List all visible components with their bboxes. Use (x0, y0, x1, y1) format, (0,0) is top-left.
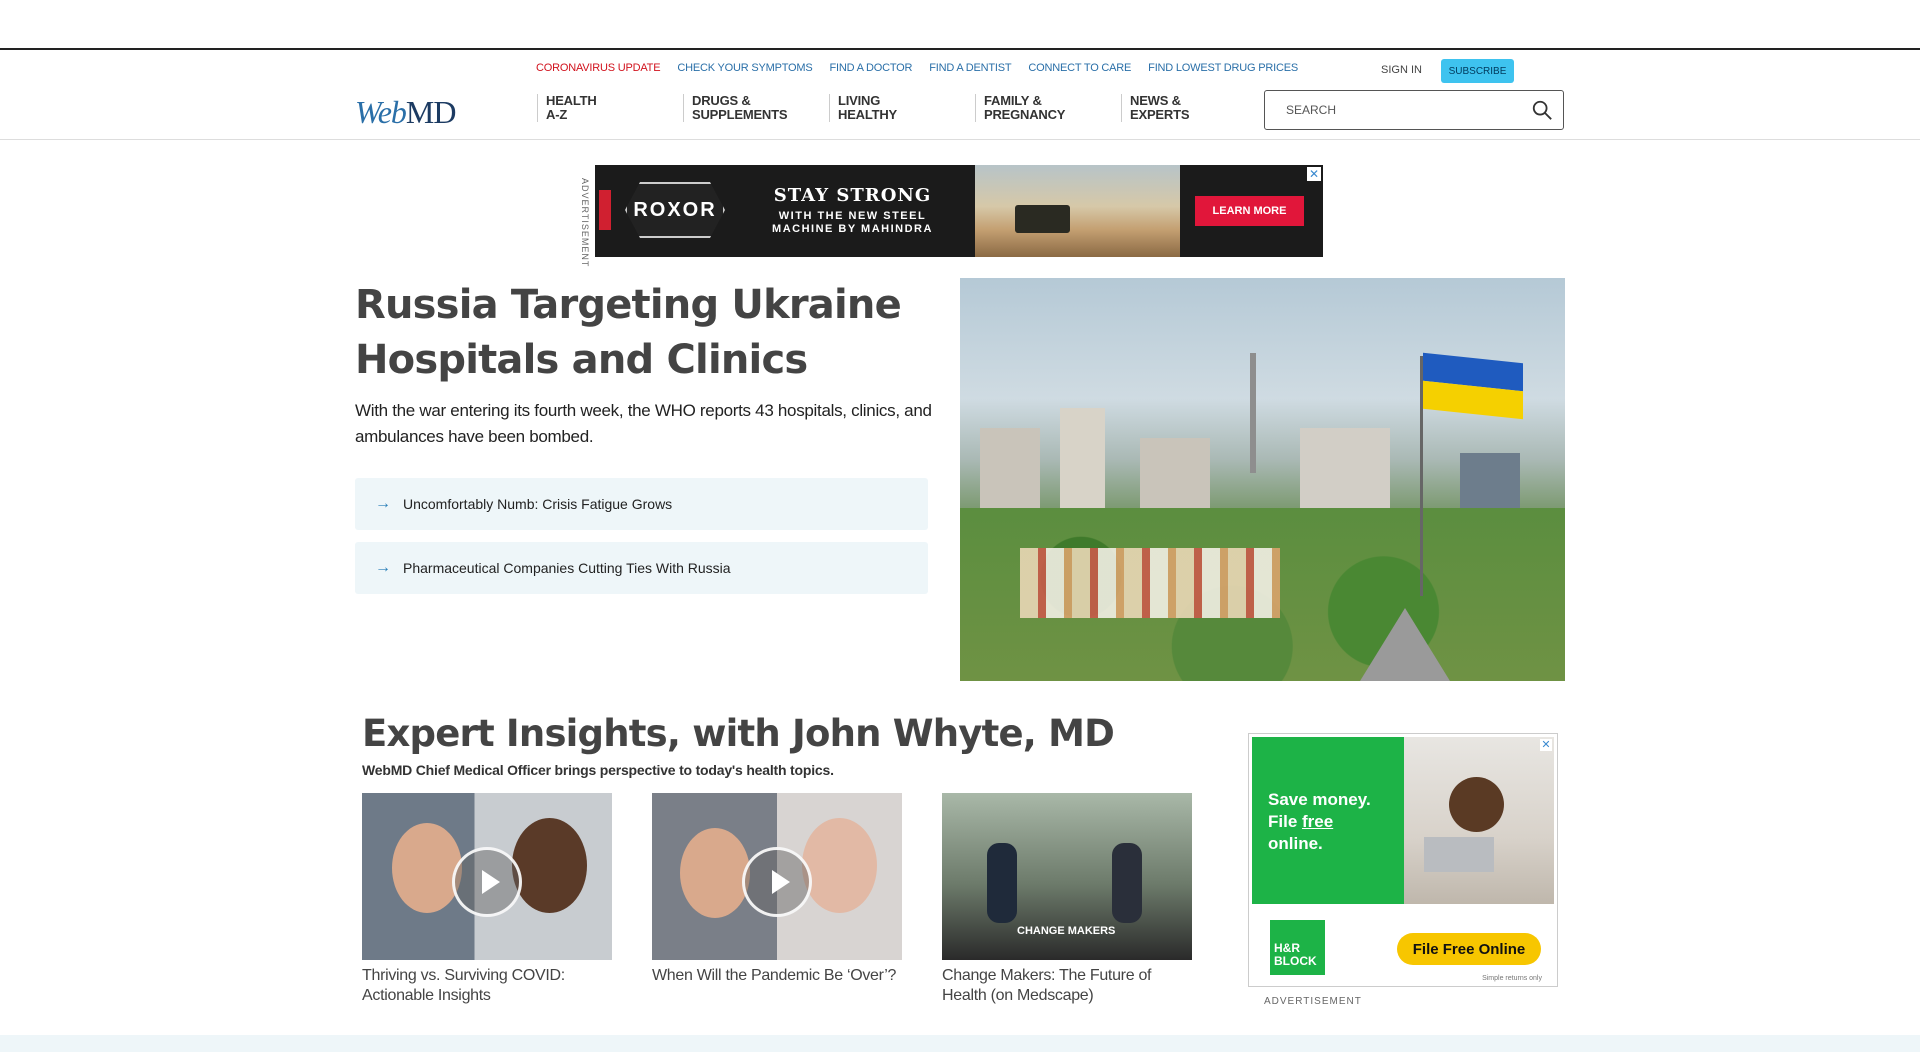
building-shape (980, 428, 1040, 508)
ad-fine-print: Simple returns only (1482, 975, 1542, 982)
ad-headline-sub1: WITH THE NEW STEEL (778, 210, 927, 222)
utility-link-symptoms[interactable]: CHECK YOUR SYMPTOMS (677, 62, 812, 74)
close-icon[interactable]: ✕ (1540, 739, 1552, 751)
video-thumbnail[interactable]: CHANGE MAKERS (942, 793, 1192, 960)
ad-line2b: free (1302, 812, 1334, 831)
hr-block-logo: H&R BLOCK (1270, 920, 1325, 975)
nav-line: DRUGS & (692, 93, 751, 108)
related-link-label: Uncomfortably Numb: Crisis Fatigue Grows (403, 496, 673, 512)
nav-line: FAMILY & (984, 93, 1042, 108)
building-shape (1300, 428, 1390, 508)
card-caption[interactable]: Thriving vs. Surviving COVID: Actionable… (362, 966, 612, 1006)
ad-headline-sub2: MACHINE BY MAHINDRA (772, 223, 933, 235)
ad-jeep-photo (975, 165, 1180, 257)
utility-link-connect-care[interactable]: CONNECT TO CARE (1028, 62, 1131, 74)
ad-line2a: File (1268, 812, 1303, 831)
arrow-right-icon: → (375, 495, 391, 512)
video-thumbnail[interactable] (652, 793, 902, 960)
top-banner-ad[interactable]: ROXOR STAY STRONG WITH THE NEW STEEL MAC… (595, 165, 1323, 257)
video-card[interactable]: When Will the Pandemic Be ‘Over’? (652, 793, 902, 986)
close-icon[interactable]: ✕ (1307, 167, 1321, 181)
related-link-label: Pharmaceutical Companies Cutting Ties Wi… (403, 560, 731, 576)
ad-caption: ADVERTISEMENT (1264, 996, 1362, 1007)
hero-headline[interactable]: Russia Targeting Ukraine Hospitals and C… (355, 278, 915, 388)
right-sidebar-ad[interactable]: Save money. File free online. H&R BLOCK F… (1248, 733, 1558, 987)
building-shape (1060, 408, 1105, 508)
card-caption[interactable]: When Will the Pandemic Be ‘Over’? (652, 966, 902, 986)
logo-web: Web (355, 94, 407, 130)
face-shape (512, 818, 587, 913)
face-shape (680, 828, 750, 918)
ad-person-photo (1404, 737, 1554, 904)
utility-link-doctor[interactable]: FIND A DOCTOR (830, 62, 913, 74)
nav-line: NEWS & (1130, 93, 1181, 108)
search-icon[interactable] (1531, 99, 1553, 121)
utility-nav: CORONAVIRUS UPDATE CHECK YOUR SYMPTOMS F… (536, 62, 1315, 74)
utility-link-drug-prices[interactable]: FIND LOWEST DRUG PRICES (1148, 62, 1298, 74)
ad-line3: online. (1268, 834, 1323, 853)
video-card[interactable]: CHANGE MAKERS Change Makers: The Future … (942, 793, 1192, 1006)
jeep-shape (1015, 205, 1070, 233)
face-shape (392, 823, 462, 913)
nav-line: SUPPLEMENTS (692, 107, 788, 122)
roxor-logo: ROXOR (625, 182, 725, 238)
ad-headline: STAY STRONG WITH THE NEW STEEL MACHINE B… (735, 185, 970, 236)
video-card[interactable]: Thriving vs. Surviving COVID: Actionable… (362, 793, 612, 1006)
ad-text: Save money. File free online. (1268, 789, 1371, 855)
tv-tower-shape (1250, 353, 1256, 473)
nav-family-pregnancy[interactable]: FAMILY & PREGNANCY (975, 94, 1121, 122)
file-free-online-button[interactable]: File Free Online (1397, 933, 1541, 965)
webmd-logo[interactable]: WebMD (355, 94, 457, 131)
ad-green-panel: Save money. File free online. (1252, 737, 1404, 904)
ad-headline-main: STAY STRONG (773, 185, 932, 206)
logo-md: MD (405, 94, 457, 130)
ad-line2: File free (1268, 811, 1371, 833)
nav-news-experts[interactable]: NEWS & EXPERTS (1121, 94, 1267, 122)
ad-red-tab (599, 190, 611, 230)
nav-drugs-supplements[interactable]: DRUGS & SUPPLEMENTS (683, 94, 829, 122)
building-shape (1140, 438, 1210, 508)
related-link[interactable]: → Uncomfortably Numb: Crisis Fatigue Grow… (355, 478, 928, 530)
nav-line: A-Z (546, 107, 568, 122)
play-icon[interactable] (742, 847, 812, 917)
ad-label-vertical: ADVERTISEMENT (580, 178, 590, 268)
person-shape (1112, 843, 1142, 923)
expert-section-title[interactable]: Expert Insights, with John Whyte, MD (362, 712, 1115, 755)
subscribe-button[interactable]: SUBSCRIBE (1441, 59, 1514, 83)
site-header: CORONAVIRUS UPDATE CHECK YOUR SYMPTOMS F… (0, 50, 1920, 140)
laptop-shape (1424, 837, 1494, 872)
houses-shape (1020, 548, 1280, 618)
ad-inner: Save money. File free online. H&R BLOCK F… (1252, 737, 1554, 983)
card-caption[interactable]: Change Makers: The Future of Health (on … (942, 966, 1192, 1006)
bottom-band (0, 1035, 1920, 1052)
nav-line: PREGNANCY (984, 107, 1066, 122)
play-icon[interactable] (452, 847, 522, 917)
nav-line: HEALTHY (838, 107, 898, 122)
change-makers-overlay: CHANGE MAKERS (1017, 925, 1116, 937)
person-shape (987, 843, 1017, 923)
arrow-right-icon: → (375, 559, 391, 576)
main-nav: HEALTH A-Z DRUGS & SUPPLEMENTS LIVING HEALT… (537, 94, 1267, 122)
video-thumbnail[interactable] (362, 793, 612, 960)
sign-in-link[interactable]: SIGN IN (1381, 64, 1422, 76)
utility-link-coronavirus[interactable]: CORONAVIRUS UPDATE (536, 62, 661, 74)
ad-line1: Save money. (1268, 790, 1371, 809)
hero-summary: With the war entering its fourth week, t… (355, 401, 932, 446)
utility-link-dentist[interactable]: FIND A DENTIST (929, 62, 1011, 74)
related-link[interactable]: → Pharmaceutical Companies Cutting Ties W… (355, 542, 928, 594)
person-shape (1449, 777, 1504, 832)
face-shape (802, 818, 877, 913)
search-input[interactable] (1286, 103, 1526, 117)
nav-living-healthy[interactable]: LIVING HEALTHY (829, 94, 975, 122)
nav-health-az[interactable]: HEALTH A-Z (537, 94, 683, 122)
browser-top-blank (0, 0, 1920, 50)
hero-image-kyiv-flag[interactable] (960, 278, 1565, 681)
learn-more-button[interactable]: LEARN MORE (1195, 196, 1304, 226)
nav-line: EXPERTS (1130, 107, 1190, 122)
brand-line: BLOCK (1274, 954, 1317, 968)
expert-section-subtitle: WebMD Chief Medical Officer brings persp… (362, 762, 834, 778)
nav-line: HEALTH (546, 93, 597, 108)
search-box (1264, 90, 1564, 130)
nav-line: LIVING (838, 93, 881, 108)
